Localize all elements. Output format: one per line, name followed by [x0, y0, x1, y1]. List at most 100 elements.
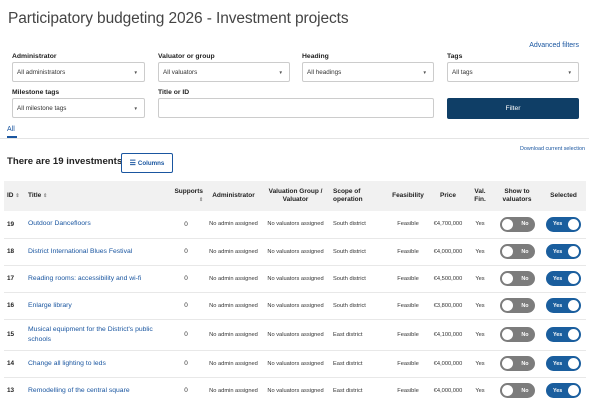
- milestone-value: All milestone tags: [17, 104, 67, 112]
- toggle-label: Yes: [553, 221, 563, 228]
- row-title-link[interactable]: Outdoor Dancefloors: [25, 211, 166, 239]
- col-show-to-valuators: Show to valuators: [502, 187, 532, 203]
- show-to-valuators-toggle[interactable]: No: [499, 216, 535, 232]
- show-to-valuators-toggle[interactable]: No: [499, 271, 535, 286]
- milestone-select[interactable]: All milestone tags ▼: [12, 98, 145, 118]
- divider: [0, 138, 589, 139]
- toggle-label: Yes: [553, 360, 563, 367]
- show-to-valuators-toggle[interactable]: No: [499, 356, 535, 371]
- show-to-valuators-toggle-cell: No: [493, 265, 541, 293]
- filter-button[interactable]: Filter: [447, 98, 579, 119]
- row-val-fin: Yes: [467, 238, 493, 266]
- col-administrator: Administrator: [212, 191, 255, 199]
- row-price: €4,500,000: [429, 265, 467, 293]
- heading-value: All headings: [307, 68, 342, 76]
- row-supports: 0: [166, 350, 206, 378]
- toggle-knob: [568, 246, 579, 257]
- columns-button-label: Columns: [137, 159, 165, 167]
- list-icon: ☰: [129, 160, 136, 167]
- chevron-down-icon: ▼: [278, 70, 283, 75]
- selected-toggle-cell: Yes: [541, 211, 586, 239]
- row-id: 13: [4, 377, 25, 400]
- row-valuators: No valuators assigned: [261, 350, 330, 378]
- columns-button[interactable]: ☰ Columns: [121, 153, 173, 173]
- page-title: Participatory budgeting 2026 - Investmen…: [8, 10, 349, 27]
- row-title-link[interactable]: District International Blues Festival: [25, 238, 166, 266]
- tags-value: All tags: [452, 68, 473, 76]
- table-row: 19 Outdoor Dancefloors 0 No admin assign…: [4, 211, 586, 239]
- advanced-filters-link[interactable]: Advanced filters: [529, 42, 579, 49]
- title-or-id-input[interactable]: [158, 98, 434, 118]
- title-or-id-label: Title or ID: [158, 89, 190, 96]
- row-id: 14: [4, 350, 25, 378]
- row-feasibility: Feasible: [387, 238, 429, 266]
- row-supports: 0: [166, 319, 206, 351]
- toggle-label: No: [521, 248, 529, 255]
- col-title[interactable]: Title ⇕: [25, 181, 166, 211]
- selected-toggle-cell: Yes: [541, 265, 586, 293]
- row-scope: South district: [330, 292, 387, 320]
- selected-toggle[interactable]: Yes: [546, 271, 581, 286]
- valuator-label: Valuator or group: [158, 53, 215, 60]
- row-feasibility: Feasible: [387, 265, 429, 293]
- row-admin: No admin assigned: [206, 238, 261, 266]
- show-to-valuators-toggle-cell: No: [493, 211, 541, 239]
- show-to-valuators-toggle[interactable]: No: [499, 383, 535, 398]
- tab-all[interactable]: All: [7, 126, 15, 133]
- show-to-valuators-toggle[interactable]: No: [499, 244, 535, 259]
- row-val-fin: Yes: [467, 265, 493, 293]
- valuator-select[interactable]: All valuators ▼: [158, 62, 290, 82]
- row-id: 16: [4, 292, 25, 320]
- toggle-label: Yes: [553, 248, 563, 255]
- col-supports[interactable]: Supports ⇕: [166, 181, 206, 211]
- show-to-valuators-toggle[interactable]: No: [499, 298, 535, 313]
- selected-toggle[interactable]: Yes: [546, 298, 581, 313]
- row-valuators: No valuators assigned: [261, 292, 330, 320]
- toggle-knob: [501, 329, 513, 340]
- investments-table: ID ⇕ Title ⇕ Supports ⇕ Administrator Va…: [4, 181, 586, 400]
- toggle-knob: [568, 218, 579, 230]
- show-to-valuators-toggle-cell: No: [493, 377, 541, 400]
- col-id[interactable]: ID ⇕: [4, 181, 25, 211]
- table-header-row: ID ⇕ Title ⇕ Supports ⇕ Administrator Va…: [4, 181, 586, 211]
- tags-select[interactable]: All tags ▼: [447, 62, 579, 82]
- row-price: €3,800,000: [429, 292, 467, 320]
- show-to-valuators-toggle[interactable]: No: [499, 327, 535, 342]
- row-title-link[interactable]: Reading rooms: accessibility and wi-fi: [25, 265, 166, 293]
- row-feasibility: Feasible: [387, 350, 429, 378]
- selected-toggle-cell: Yes: [541, 350, 586, 378]
- selected-toggle[interactable]: Yes: [546, 216, 581, 232]
- row-title-link[interactable]: Remodelling of the central square: [25, 377, 166, 400]
- selected-toggle[interactable]: Yes: [546, 244, 581, 259]
- toggle-label: Yes: [553, 302, 563, 309]
- col-valuation: Valuation Group / Valuator: [268, 187, 323, 203]
- row-title-link[interactable]: Change all lighting to leds: [25, 350, 166, 378]
- table-row: 17 Reading rooms: accessibility and wi-f…: [4, 265, 586, 293]
- toggle-label: No: [521, 331, 529, 338]
- col-feasibility: Feasibility: [392, 191, 424, 199]
- heading-label: Heading: [302, 53, 329, 60]
- administrator-select[interactable]: All administrators ▼: [12, 62, 145, 82]
- toggle-label: No: [521, 360, 529, 367]
- row-admin: No admin assigned: [206, 350, 261, 378]
- selected-toggle[interactable]: Yes: [546, 356, 581, 371]
- row-scope: South district: [330, 211, 387, 239]
- toggle-label: Yes: [553, 275, 563, 282]
- chevron-down-icon: ▼: [567, 70, 572, 75]
- row-title-link[interactable]: Musical equipment for the District's pub…: [25, 319, 166, 351]
- download-selection-link[interactable]: Download current selection: [520, 146, 585, 152]
- row-id: 17: [4, 265, 25, 293]
- toggle-knob: [501, 300, 513, 311]
- selected-toggle[interactable]: Yes: [546, 383, 581, 398]
- selected-toggle[interactable]: Yes: [546, 327, 581, 342]
- row-valuators: No valuators assigned: [261, 265, 330, 293]
- toggle-label: Yes: [553, 331, 563, 338]
- heading-select[interactable]: All headings ▼: [302, 62, 434, 82]
- toggle-label: No: [521, 221, 529, 228]
- toggle-knob: [568, 329, 579, 340]
- row-valuators: No valuators assigned: [261, 238, 330, 266]
- investments-count: There are 19 investments: [7, 156, 123, 167]
- row-title-link[interactable]: Enlarge library: [25, 292, 166, 320]
- row-price: €4,000,000: [429, 377, 467, 400]
- toggle-label: No: [521, 387, 529, 394]
